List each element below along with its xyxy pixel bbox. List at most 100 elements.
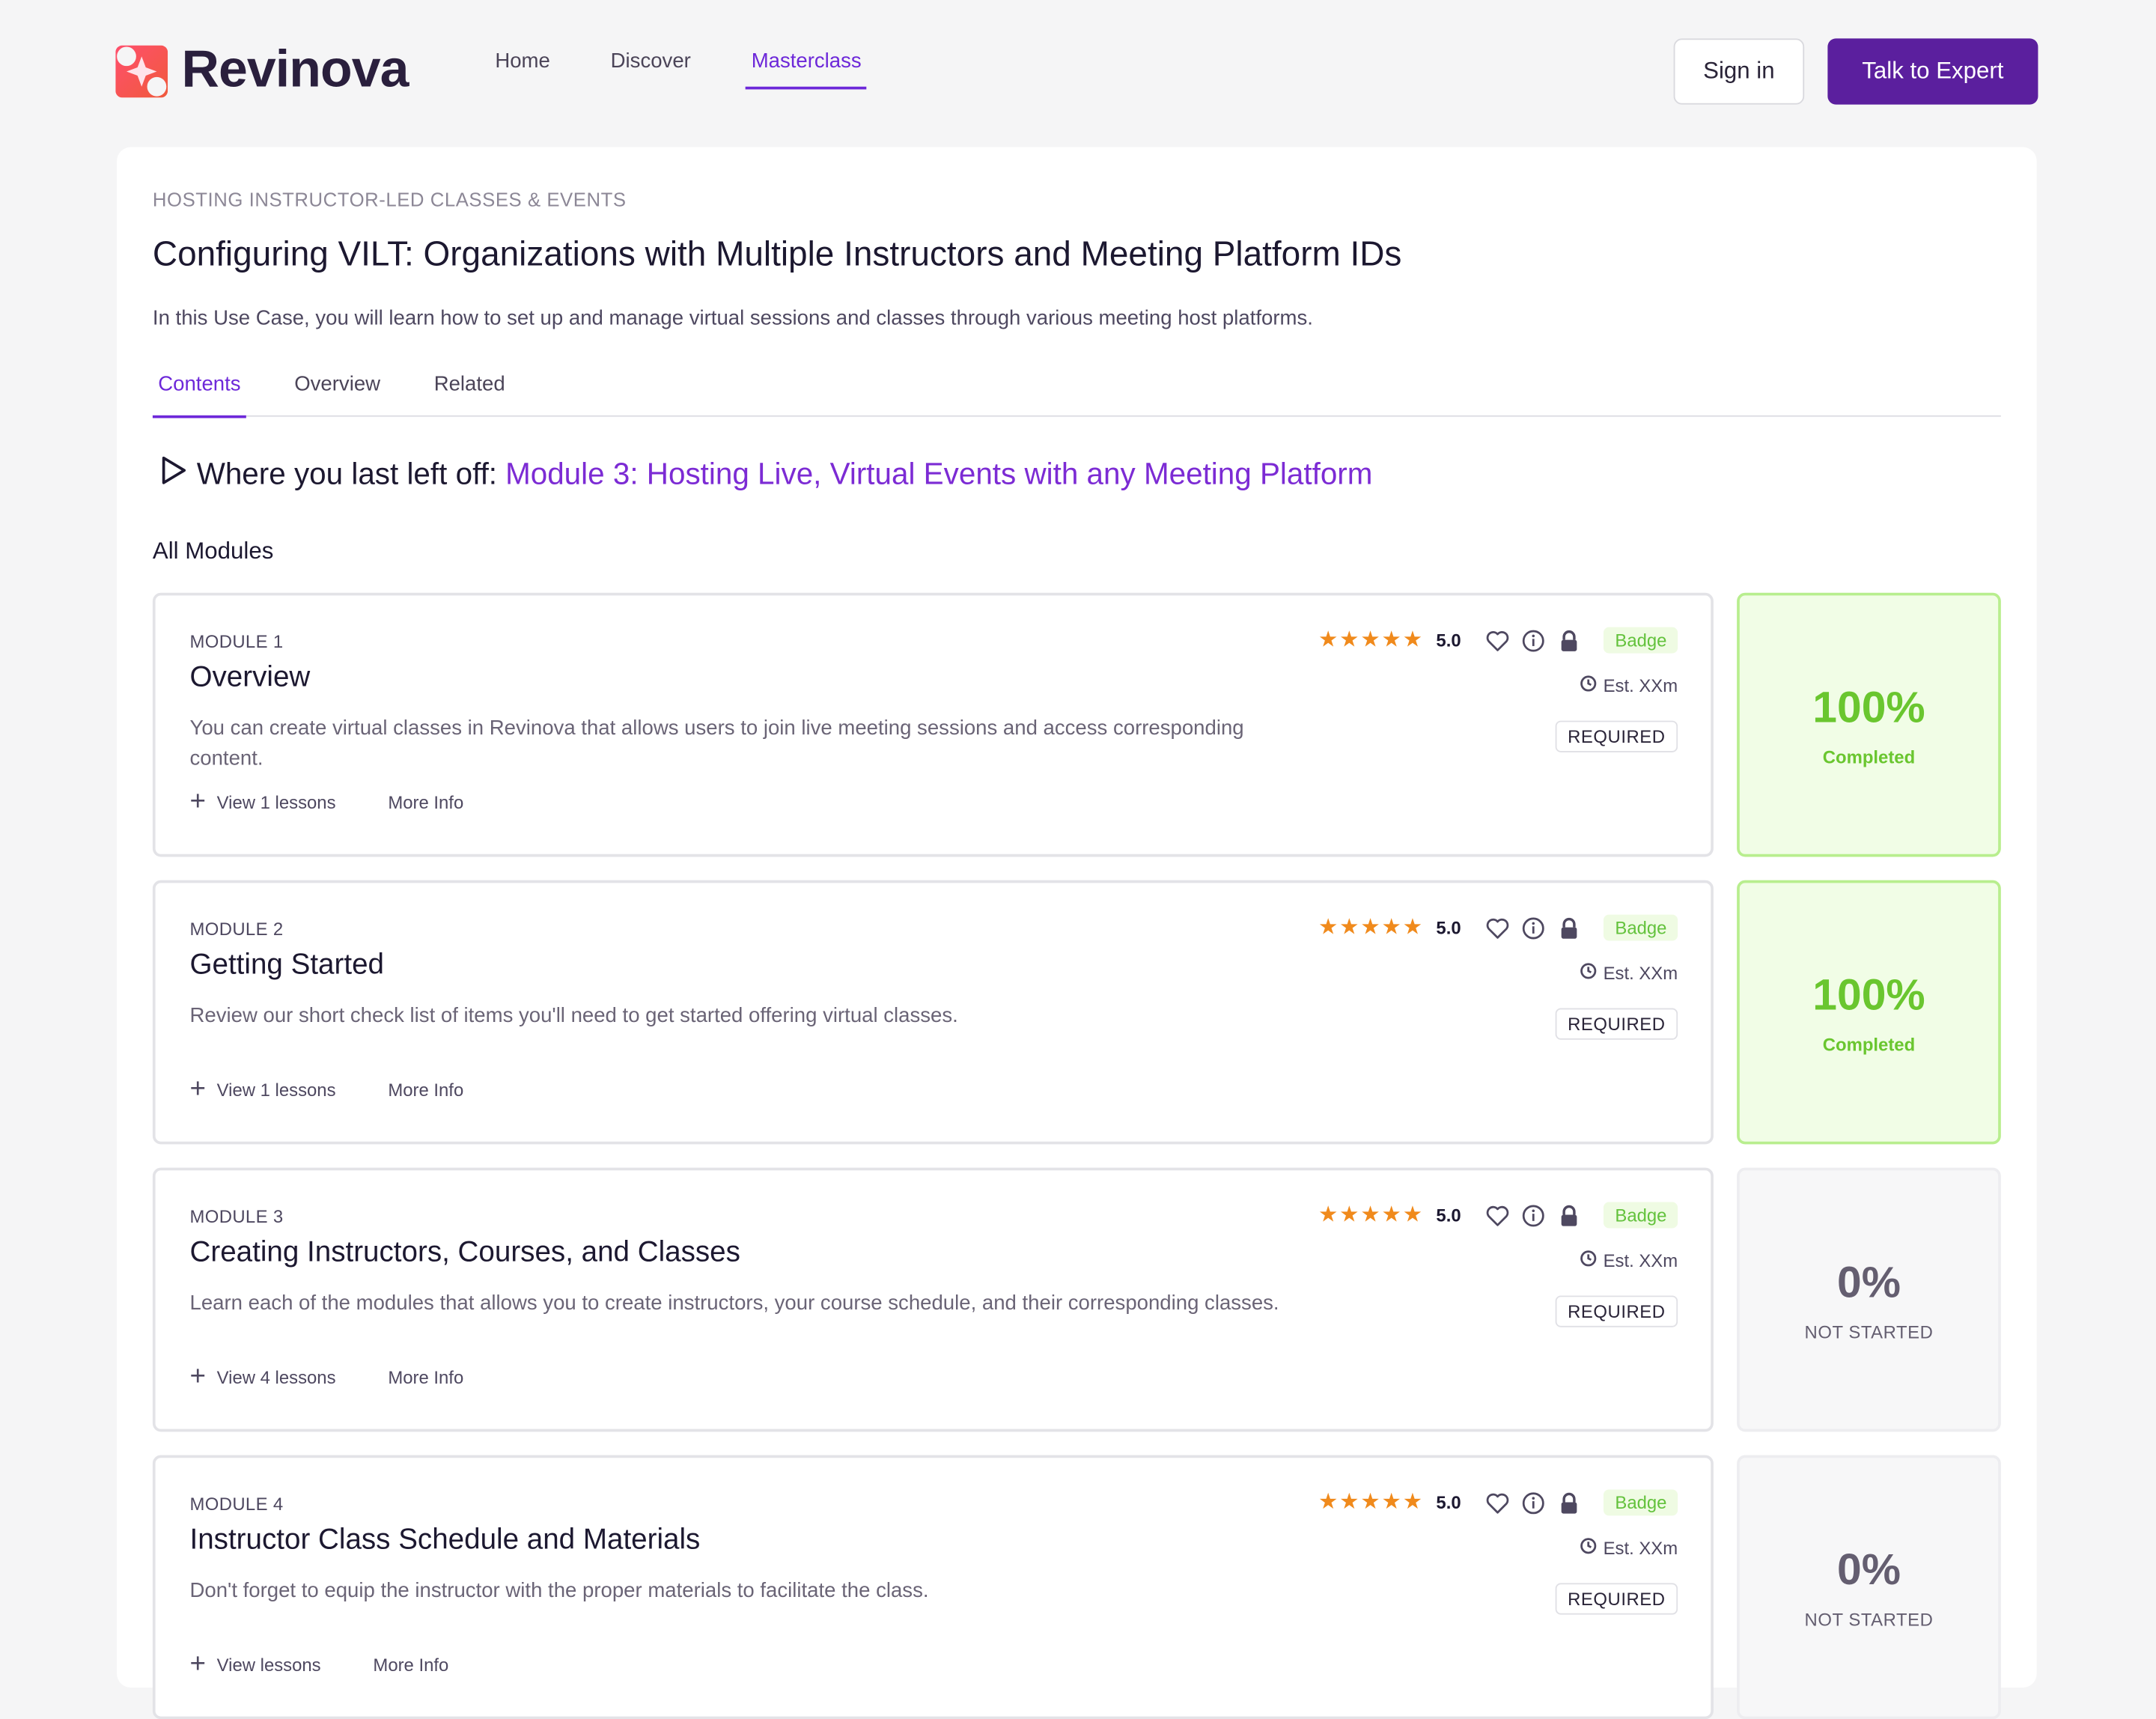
play-outline-icon xyxy=(158,455,188,493)
rating-value: 5.0 xyxy=(1436,1205,1461,1226)
resume-label: Where you last left off: xyxy=(196,456,498,491)
clock-icon xyxy=(1580,1538,1596,1559)
module-number: MODULE 1 xyxy=(189,631,284,652)
clock-icon xyxy=(1580,1250,1596,1271)
module-title[interactable]: Getting Started xyxy=(190,949,384,982)
progress-percent: 0% xyxy=(1837,1544,1901,1595)
estimated-time: Est. XXm xyxy=(1580,1250,1678,1271)
lock-icon xyxy=(1557,1202,1582,1227)
resume-link[interactable]: Module 3: Hosting Live, Virtual Events w… xyxy=(505,457,1372,493)
module-title[interactable]: Creating Instructors, Courses, and Class… xyxy=(190,1236,740,1269)
heart-icon[interactable] xyxy=(1486,1490,1511,1515)
heart-icon[interactable] xyxy=(1486,1202,1511,1227)
nav-masterclass[interactable]: Masterclass xyxy=(746,49,868,90)
tab-related[interactable]: Related xyxy=(428,367,511,416)
module-card-3[interactable]: MODULE 3 Creating Instructors, Courses, … xyxy=(152,1167,1714,1432)
rating-stars: ★ ★ ★ ★ ★ xyxy=(1318,1202,1423,1226)
star-icon: ★ xyxy=(1381,1202,1401,1226)
rating-value: 5.0 xyxy=(1436,1492,1461,1513)
info-icon[interactable] xyxy=(1521,1202,1546,1227)
module-meta: ★ ★ ★ ★ ★ 5.0 Badge xyxy=(1318,1202,1678,1229)
required-tag: REQUIRED xyxy=(1555,1008,1678,1040)
star-icon: ★ xyxy=(1318,1202,1339,1226)
star-icon: ★ xyxy=(1339,1202,1359,1226)
view-lessons-link[interactable]: View lessons xyxy=(217,1655,321,1676)
rating-stars: ★ ★ ★ ★ ★ xyxy=(1318,629,1422,651)
page: Revinova Home Discover Masterclass Sign … xyxy=(0,0,2156,1719)
star-icon: ★ xyxy=(1339,627,1359,651)
star-icon: ★ xyxy=(1360,915,1380,939)
more-info-link[interactable]: More Info xyxy=(388,1080,463,1101)
page-title: Configuring VILT: Organizations with Mul… xyxy=(152,235,1402,274)
sign-in-button[interactable]: Sign in xyxy=(1673,38,1805,105)
module-progress-2: 100% Completed xyxy=(1737,880,2001,1145)
rating-stars: ★ ★ ★ ★ ★ xyxy=(1318,1491,1422,1513)
lock-icon xyxy=(1557,1490,1582,1515)
star-icon: ★ xyxy=(1381,1490,1401,1514)
progress-percent: 100% xyxy=(1812,682,1925,732)
star-icon: ★ xyxy=(1402,1490,1423,1514)
heart-icon[interactable] xyxy=(1486,916,1511,940)
star-icon: ★ xyxy=(1339,1490,1359,1514)
module-card-2[interactable]: MODULE 2 Getting Started Review our shor… xyxy=(152,880,1714,1145)
badge-label: Badge xyxy=(1604,914,1678,941)
required-tag: REQUIRED xyxy=(1555,1583,1678,1615)
view-lessons-link[interactable]: View 1 lessons xyxy=(217,792,336,813)
required-tag: REQUIRED xyxy=(1555,1295,1678,1327)
module-progress-4: 0% NOT STARTED xyxy=(1737,1455,2001,1719)
module-actions: + View lessons More Info xyxy=(189,1649,449,1679)
brand-name: Revinova xyxy=(181,41,409,100)
more-info-link[interactable]: More Info xyxy=(388,1367,463,1388)
module-number: MODULE 3 xyxy=(189,1206,284,1227)
progress-percent: 100% xyxy=(1812,970,1925,1020)
view-lessons-link[interactable]: View 4 lessons xyxy=(217,1367,336,1388)
tab-overview[interactable]: Overview xyxy=(289,367,386,416)
info-icon[interactable] xyxy=(1521,916,1546,940)
module-description: Learn each of the modules that allows yo… xyxy=(189,1291,1279,1315)
course-card: HOSTING INSTRUCTOR-LED CLASSES & EVENTS … xyxy=(117,147,2037,1719)
module-actions: + View 1 lessons More Info xyxy=(189,786,464,818)
resume-banner: Where you last left off: Module 3: Hosti… xyxy=(158,455,1372,493)
more-info-link[interactable]: More Info xyxy=(373,1655,448,1676)
badge-label: Badge xyxy=(1604,1489,1678,1516)
star-icon: ★ xyxy=(1402,1202,1423,1226)
clock-icon xyxy=(1580,963,1596,984)
star-icon: ★ xyxy=(1381,627,1401,651)
module-progress-1: 100% Completed xyxy=(1737,592,2001,857)
star-icon: ★ xyxy=(1360,1490,1380,1514)
module-number: MODULE 4 xyxy=(189,1493,284,1515)
plus-icon: + xyxy=(189,1649,206,1679)
main-nav: Home Discover Masterclass xyxy=(495,49,922,90)
info-icon[interactable] xyxy=(1521,1490,1546,1515)
nav-home[interactable]: Home xyxy=(495,49,550,89)
brand-logo[interactable]: Revinova xyxy=(115,41,409,100)
info-icon[interactable] xyxy=(1521,628,1546,653)
module-progress-3: 0% NOT STARTED xyxy=(1737,1167,2001,1432)
module-card-4[interactable]: MODULE 4 Instructor Class Schedule and M… xyxy=(152,1455,1714,1719)
rating-stars: ★ ★ ★ ★ ★ xyxy=(1318,916,1422,938)
module-title[interactable]: Overview xyxy=(190,662,311,695)
plus-icon: + xyxy=(189,786,206,818)
talk-to-expert-button[interactable]: Talk to Expert xyxy=(1827,38,2038,105)
progress-status: NOT STARTED xyxy=(1804,1609,1934,1630)
module-meta: ★ ★ ★ ★ ★ 5.0 Badge xyxy=(1318,627,1678,654)
progress-status: Completed xyxy=(1822,746,1916,768)
module-title[interactable]: Instructor Class Schedule and Materials xyxy=(190,1524,701,1557)
nav-discover[interactable]: Discover xyxy=(611,49,691,89)
content-tabs: Contents Overview Related xyxy=(152,367,2001,419)
course-category: HOSTING INSTRUCTOR-LED CLASSES & EVENTS xyxy=(152,188,627,211)
tab-contents[interactable]: Contents xyxy=(152,367,246,419)
course-description: In this Use Case, you will learn how to … xyxy=(152,306,1313,330)
star-icon: ★ xyxy=(1381,915,1401,939)
progress-percent: 0% xyxy=(1837,1257,1901,1307)
rating-value: 5.0 xyxy=(1436,630,1461,651)
star-icon: ★ xyxy=(1339,915,1359,939)
rating-value: 5.0 xyxy=(1436,917,1461,938)
progress-status: Completed xyxy=(1822,1034,1916,1055)
modules-heading: All Modules xyxy=(152,538,274,565)
heart-icon[interactable] xyxy=(1486,628,1511,653)
view-lessons-link[interactable]: View 1 lessons xyxy=(217,1080,336,1101)
module-actions: + View 4 lessons More Info xyxy=(190,1363,464,1390)
module-card-1[interactable]: MODULE 1 Overview You can create virtual… xyxy=(152,592,1714,857)
more-info-link[interactable]: More Info xyxy=(388,792,463,813)
